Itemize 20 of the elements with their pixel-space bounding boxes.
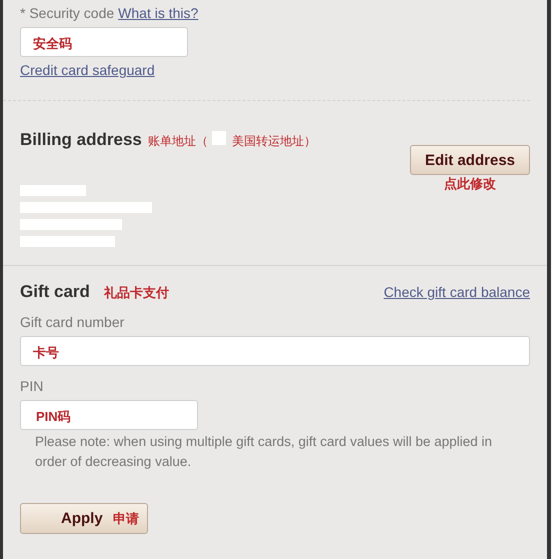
annotation: 美国转运地址）: [232, 133, 316, 150]
annotation: 礼品卡支付: [104, 284, 169, 302]
edit-address-button[interactable]: Edit address: [410, 145, 530, 175]
annotation: 账单地址（: [148, 133, 208, 150]
apply-button[interactable]: Apply 申请: [20, 503, 148, 534]
pin-field[interactable]: PIN码: [20, 400, 198, 430]
gift-card-number-field[interactable]: 卡号: [20, 336, 530, 366]
field-label: * Security code: [20, 5, 114, 21]
annotation: 点此修改: [444, 175, 496, 193]
notice-text: Please note: when using multiple gift cards, gift card values will be applied in order of decreasing value.: [35, 433, 494, 471]
safeguard-link[interactable]: Credit card safeguard: [20, 62, 155, 78]
help-link[interactable]: What is this?: [118, 5, 198, 21]
balance-link[interactable]: Check gift card balance: [384, 284, 530, 300]
field-label: PIN: [20, 378, 44, 394]
section-title: Billing address: [20, 130, 142, 150]
redaction-block: [212, 131, 226, 145]
section-title: Gift card: [20, 282, 90, 302]
security-code-field[interactable]: 安全码: [20, 27, 188, 57]
redaction-block: [20, 185, 86, 196]
field-label: Gift card number: [20, 314, 126, 330]
